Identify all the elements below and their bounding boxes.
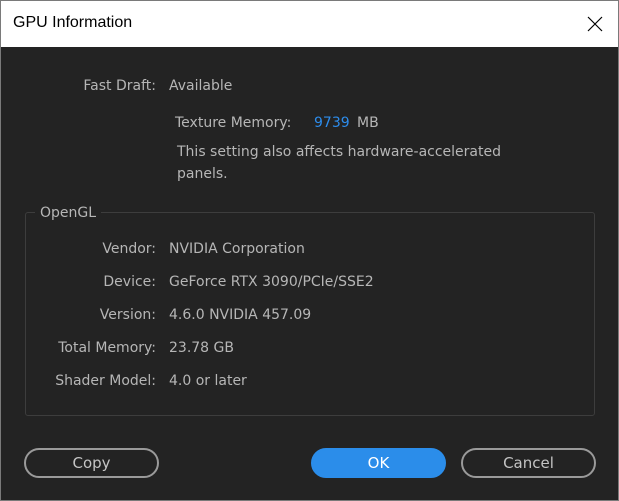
close-button[interactable] (572, 1, 618, 47)
copy-button[interactable]: Copy (24, 448, 159, 478)
cancel-button[interactable]: Cancel (461, 448, 596, 478)
total-memory-value: 23.78 GB (169, 340, 234, 356)
texture-memory-unit: MB (357, 115, 379, 131)
shader-model-value: 4.0 or later (169, 373, 247, 389)
ok-button[interactable]: OK (311, 448, 446, 478)
window-title: GPU Information (13, 14, 133, 31)
version-value: 4.6.0 NVIDIA 457.09 (169, 307, 312, 323)
texture-memory-note: This setting also affects hardware-accel… (177, 144, 501, 182)
texture-memory-value[interactable]: 9739 (314, 114, 350, 132)
fast-draft-value: Available (169, 78, 233, 94)
vendor-label: Vendor: (102, 241, 156, 257)
shader-model-label: Shader Model: (55, 373, 156, 389)
close-icon (587, 16, 603, 32)
device-label: Device: (103, 274, 156, 290)
vendor-value: NVIDIA Corporation (169, 241, 305, 257)
device-value: GeForce RTX 3090/PCIe/SSE2 (169, 274, 374, 290)
fast-draft-label: Fast Draft: (83, 78, 156, 94)
texture-memory-label: Texture Memory: (175, 115, 292, 131)
total-memory-label: Total Memory: (58, 340, 156, 356)
version-label: Version: (99, 307, 156, 323)
title-bar: GPU Information (1, 1, 618, 47)
opengl-group-title: OpenGL (35, 204, 102, 222)
gpu-information-dialog: GPU Information Fast Draft: Available Te… (0, 0, 619, 501)
